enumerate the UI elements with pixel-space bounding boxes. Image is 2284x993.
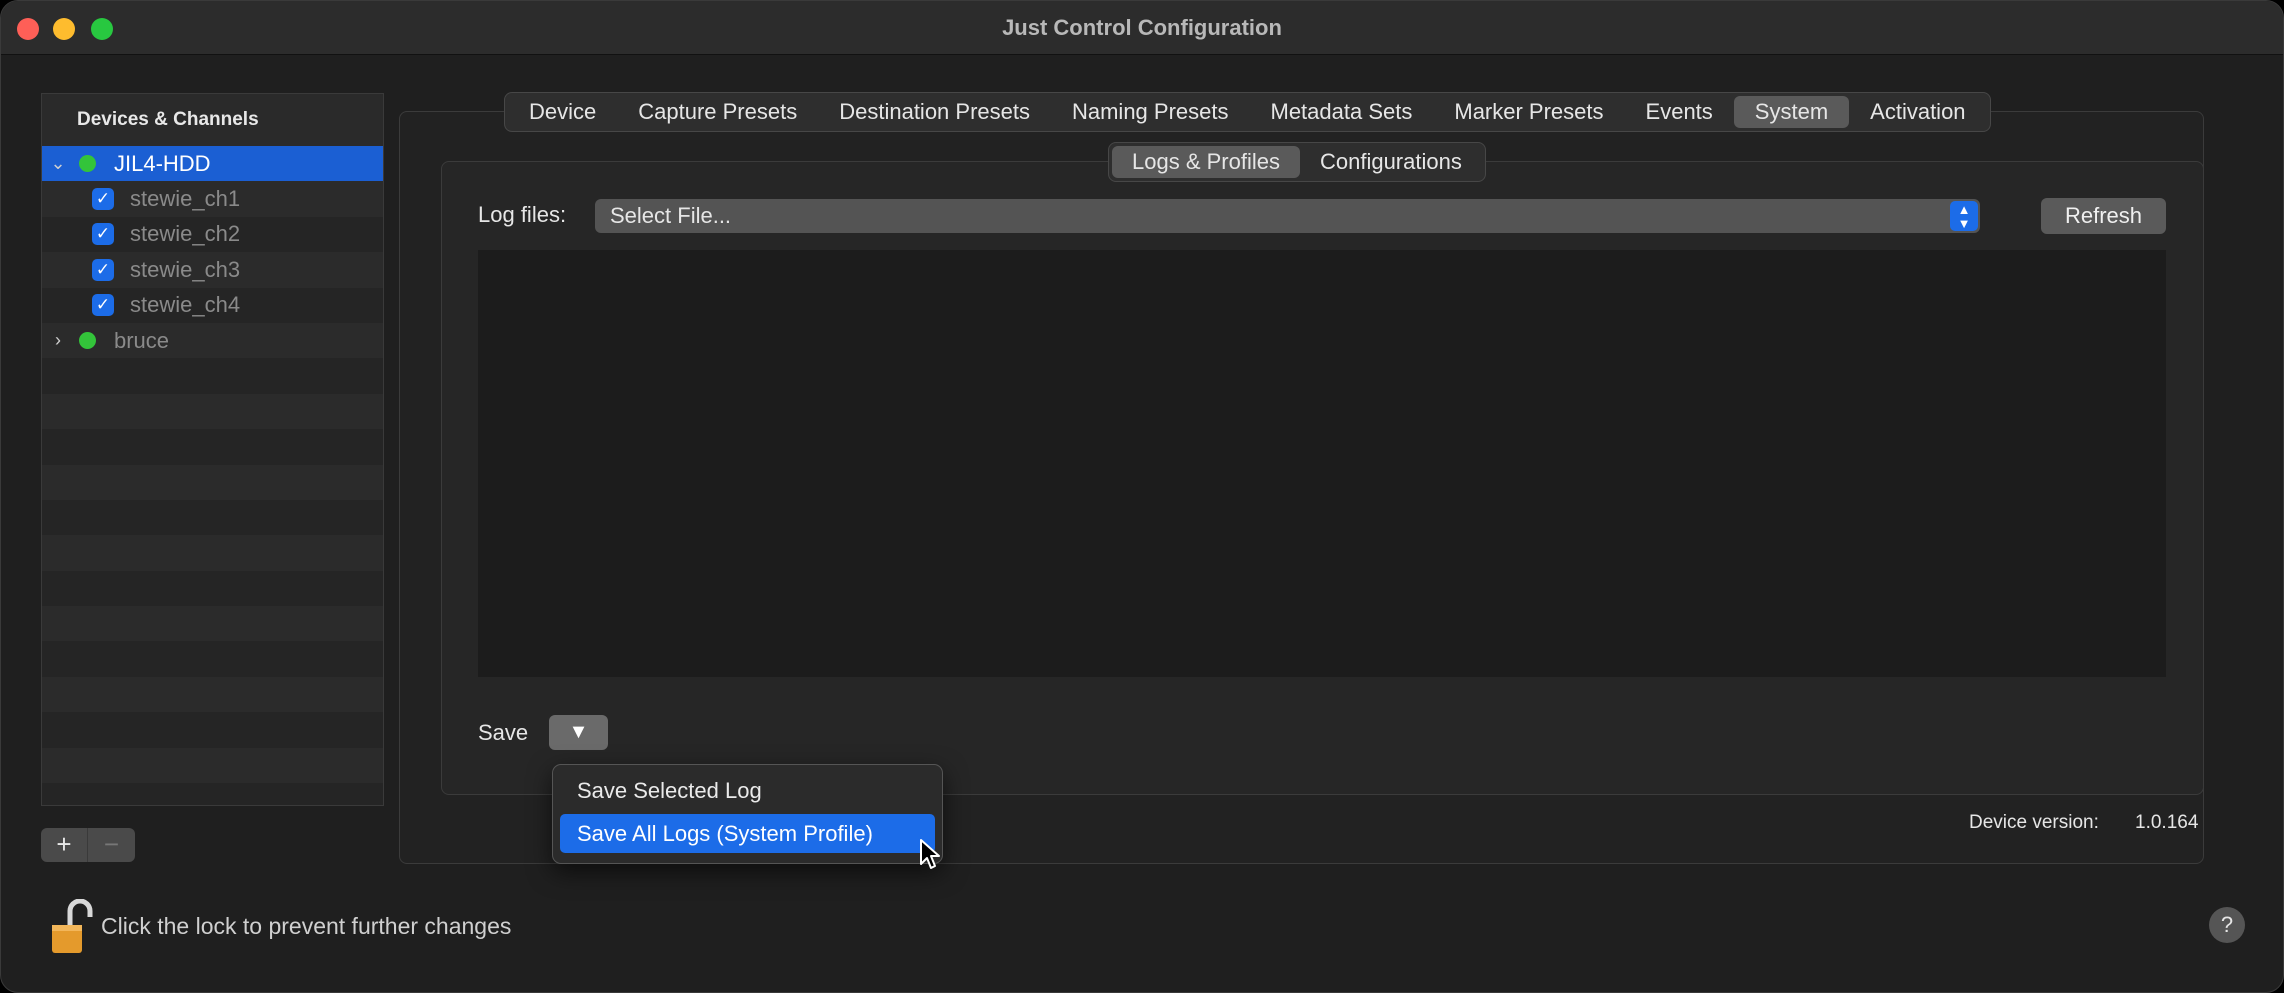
- empty-row: [42, 393, 383, 430]
- sidebar-header: Devices & Channels: [42, 94, 383, 146]
- log-file-select-value: Select File...: [610, 203, 732, 228]
- channel-checkbox[interactable]: ✓: [92, 258, 114, 281]
- device-version-label: Device version:: [1969, 812, 2099, 833]
- device-row-jil4-hdd[interactable]: ⌄ JIL4-HDD: [42, 146, 383, 182]
- save-menu-button[interactable]: ▼: [549, 715, 608, 750]
- empty-row: [42, 571, 383, 606]
- channel-checkbox[interactable]: ✓: [92, 223, 114, 246]
- empty-row: [42, 500, 383, 535]
- tab-naming-presets[interactable]: Naming Presets: [1051, 93, 1250, 131]
- mouse-pointer-icon: [920, 839, 940, 869]
- device-label: bruce: [114, 327, 170, 353]
- save-dropdown-menu: Save Selected Log Save All Logs (System …: [552, 764, 943, 864]
- tab-metadata-sets[interactable]: Metadata Sets: [1250, 93, 1434, 131]
- tab-capture-presets[interactable]: Capture Presets: [617, 93, 818, 131]
- lock-status-text: Click the lock to prevent further change…: [101, 913, 512, 939]
- log-files-label: Log files:: [478, 202, 567, 227]
- log-content-area[interactable]: [478, 250, 2166, 677]
- save-label: Save: [478, 720, 529, 745]
- channel-checkbox[interactable]: ✓: [92, 294, 114, 317]
- help-button[interactable]: ?: [2209, 907, 2245, 943]
- empty-row: [42, 712, 383, 747]
- devices-sidebar: Devices & Channels ⌄ JIL4-HDD ✓ stewie_c…: [41, 93, 384, 806]
- channel-label: stewie_ch3: [130, 256, 241, 282]
- device-version-value: 1.0.164: [2135, 812, 2199, 833]
- remove-device-button[interactable]: −: [88, 828, 135, 862]
- tab-activation[interactable]: Activation: [1849, 93, 1986, 131]
- menu-item-save-selected-log[interactable]: Save Selected Log: [560, 771, 935, 810]
- add-remove-control: + −: [41, 828, 135, 862]
- empty-row: [42, 606, 383, 642]
- channel-row-stewie-ch2[interactable]: ✓ stewie_ch2: [42, 217, 383, 252]
- main-tab-bar: Device Capture Presets Destination Prese…: [504, 92, 1991, 132]
- empty-row: [42, 358, 383, 393]
- refresh-button[interactable]: Refresh: [2041, 198, 2166, 234]
- empty-row: [42, 676, 383, 713]
- empty-row: [42, 464, 383, 500]
- channel-label: stewie_ch2: [130, 221, 241, 247]
- log-file-select[interactable]: Select File... ▲ ▼: [595, 199, 1980, 233]
- menu-item-save-all-logs[interactable]: Save All Logs (System Profile): [560, 814, 935, 853]
- add-device-button[interactable]: +: [41, 828, 88, 862]
- channel-label: stewie_ch4: [130, 292, 241, 318]
- chevron-right-icon[interactable]: ›: [50, 330, 66, 351]
- system-subtab-bar: Logs & Profiles Configurations: [1108, 142, 1486, 182]
- device-list: ⌄ JIL4-HDD ✓ stewie_ch1 ✓ stewie_ch2 ✓ s…: [42, 146, 383, 784]
- channel-row-stewie-ch4[interactable]: ✓ stewie_ch4: [42, 288, 383, 323]
- channel-checkbox[interactable]: ✓: [92, 188, 114, 211]
- tab-events[interactable]: Events: [1625, 93, 1734, 131]
- channel-label: stewie_ch1: [130, 186, 241, 212]
- channel-row-stewie-ch1[interactable]: ✓ stewie_ch1: [42, 181, 383, 217]
- empty-row: [42, 535, 383, 571]
- window-title: Just Control Configuration: [1002, 15, 1282, 40]
- device-row-bruce[interactable]: › bruce: [42, 322, 383, 359]
- title-bar: Just Control Configuration: [1, 1, 2283, 55]
- tab-destination-presets[interactable]: Destination Presets: [818, 93, 1051, 131]
- channel-row-stewie-ch3[interactable]: ✓ stewie_ch3: [42, 252, 383, 288]
- tab-marker-presets[interactable]: Marker Presets: [1433, 93, 1624, 131]
- tab-device[interactable]: Device: [508, 93, 617, 131]
- empty-row: [42, 429, 383, 464]
- status-dot-icon: [79, 332, 96, 350]
- subtab-logs-profiles[interactable]: Logs & Profiles: [1112, 146, 1300, 178]
- status-dot-icon: [79, 155, 96, 173]
- empty-row: [42, 747, 383, 784]
- chevron-down-icon[interactable]: ⌄: [50, 153, 66, 174]
- unlocked-padlock-icon[interactable]: [50, 899, 94, 955]
- app-window: Just Control Configuration Devices & Cha…: [0, 0, 2284, 993]
- device-label: JIL4-HDD: [114, 150, 211, 176]
- subtab-configurations[interactable]: Configurations: [1300, 143, 1482, 181]
- tab-system[interactable]: System: [1733, 96, 1850, 128]
- empty-row: [42, 641, 383, 676]
- chevron-up-down-icon: ▲ ▼: [1950, 201, 1978, 231]
